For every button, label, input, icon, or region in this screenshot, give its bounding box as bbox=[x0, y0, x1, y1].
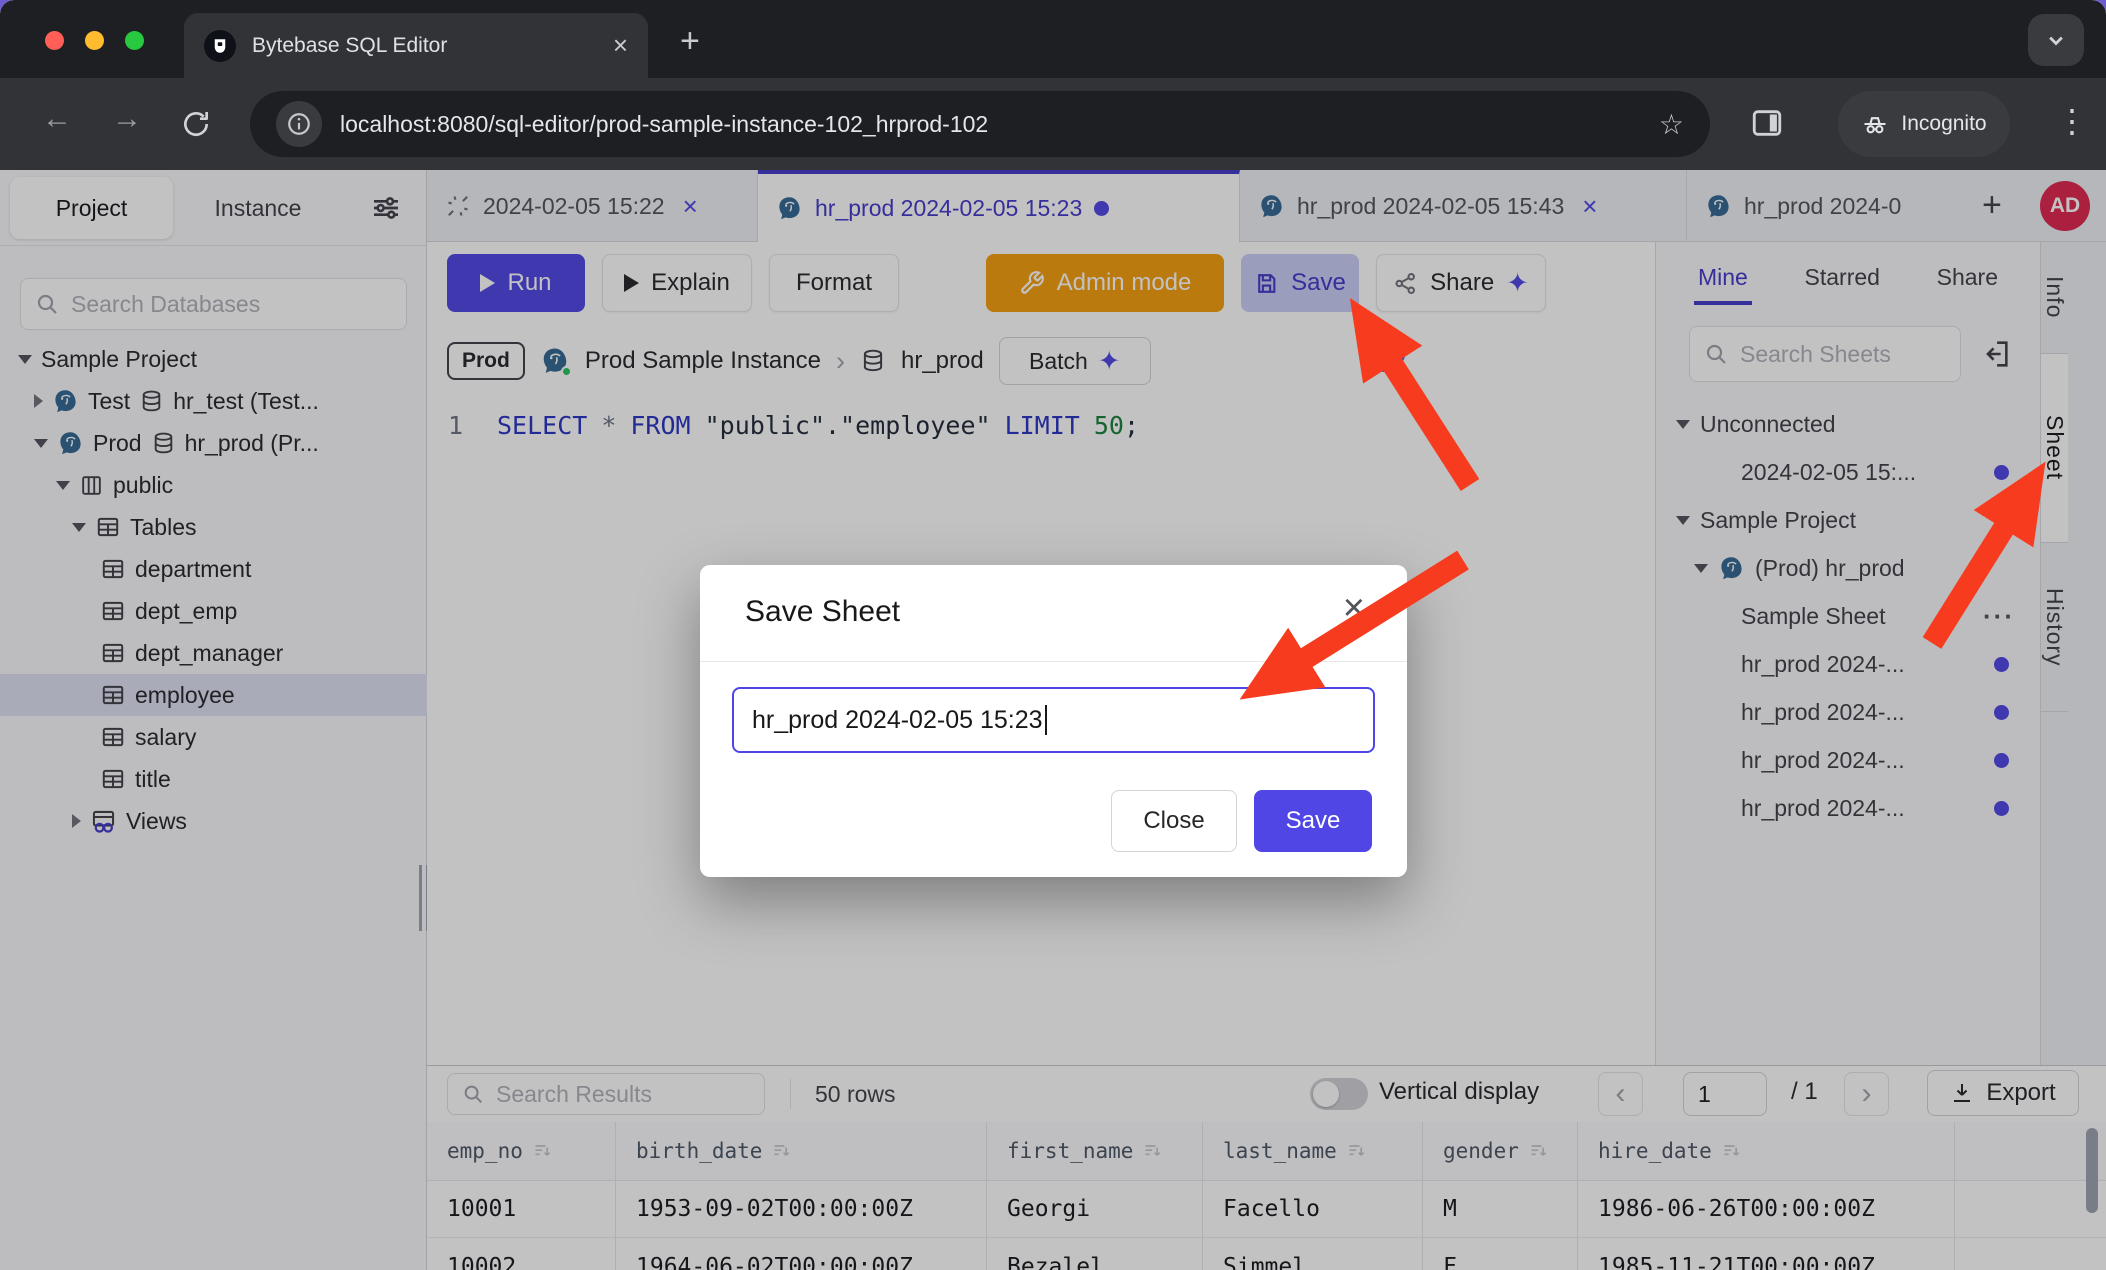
browser-tab-title: Bytebase SQL Editor bbox=[252, 34, 597, 58]
close-tab-icon[interactable]: × bbox=[613, 30, 628, 61]
modal-close-button[interactable]: Close bbox=[1111, 790, 1237, 852]
reload-button[interactable] bbox=[180, 108, 212, 140]
browser-menu-icon[interactable]: ⋮ bbox=[2056, 102, 2088, 140]
url-text[interactable]: localhost:8080/sql-editor/prod-sample-in… bbox=[340, 111, 1641, 138]
new-tab-button[interactable]: + bbox=[680, 22, 700, 61]
url-bar[interactable]: localhost:8080/sql-editor/prod-sample-in… bbox=[250, 91, 1710, 157]
modal-divider bbox=[700, 661, 1407, 662]
chevron-down-icon bbox=[2042, 26, 2070, 54]
save-sheet-modal: Save Sheet × hr_prod 2024-02-05 15:23 Cl… bbox=[700, 565, 1407, 877]
browser-navbar: ← → localhost:8080/sql-editor/prod-sampl… bbox=[0, 78, 2106, 170]
modal-title: Save Sheet bbox=[745, 595, 900, 629]
sheet-name-input[interactable]: hr_prod 2024-02-05 15:23 bbox=[732, 687, 1375, 753]
incognito-badge: Incognito bbox=[1838, 91, 2010, 157]
minimize-window-button[interactable] bbox=[85, 31, 104, 50]
browser-tab[interactable]: Bytebase SQL Editor × bbox=[184, 13, 648, 78]
forward-button[interactable]: → bbox=[112, 102, 142, 136]
side-panel-icon[interactable] bbox=[1750, 106, 1784, 140]
site-info-icon[interactable] bbox=[276, 101, 322, 147]
browser-tabstrip: Bytebase SQL Editor × + bbox=[0, 0, 2106, 78]
sheet-name-value: hr_prod 2024-02-05 15:23 bbox=[752, 706, 1043, 735]
tab-search-button[interactable] bbox=[2028, 14, 2084, 66]
incognito-label: Incognito bbox=[1901, 112, 1986, 136]
close-window-button[interactable] bbox=[45, 31, 64, 50]
bytebase-favicon-icon bbox=[204, 30, 236, 62]
browser-window: Bytebase SQL Editor × + ← → localhost:80… bbox=[0, 0, 2106, 1270]
bookmark-star-icon[interactable]: ☆ bbox=[1659, 108, 1684, 141]
modal-save-button[interactable]: Save bbox=[1254, 790, 1372, 852]
modal-close-icon[interactable]: × bbox=[1343, 587, 1365, 630]
incognito-icon bbox=[1861, 110, 1889, 138]
text-caret bbox=[1045, 705, 1047, 735]
back-button[interactable]: ← bbox=[42, 102, 72, 136]
maximize-window-button[interactable] bbox=[125, 31, 144, 50]
